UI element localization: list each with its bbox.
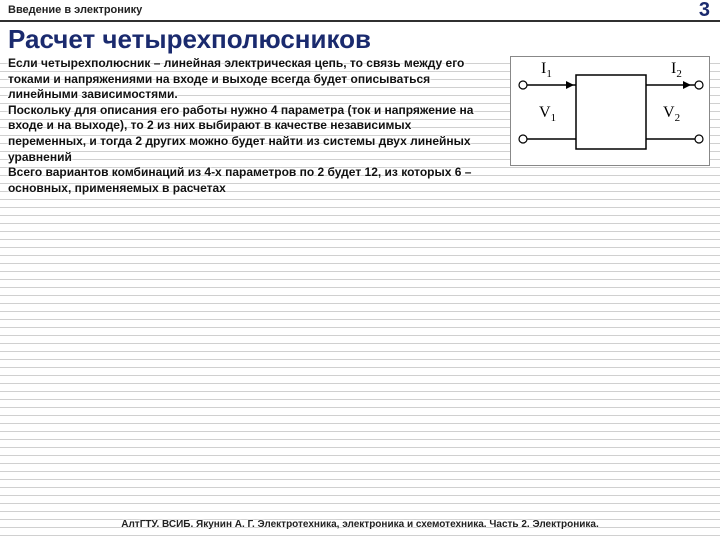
page-number: 3 (699, 0, 710, 22)
page-footer: АлтГТУ. ВСИБ. Якунин А. Г. Электротехник… (0, 519, 720, 530)
page-header: Введение в электронику 3 (0, 0, 720, 22)
paragraph-3: Всего вариантов комбинаций из 4-х параме… (8, 165, 488, 196)
label-v2: V2 (663, 104, 680, 124)
body-text: Если четырехполюсник – линейная электрич… (8, 56, 488, 196)
paragraph-2: Поскольку для описания его работы нужно … (8, 103, 488, 165)
paragraph-1: Если четырехполюсник – линейная электрич… (8, 56, 488, 103)
label-v1: V1 (539, 104, 556, 124)
two-port-network-diagram: I1 I2 V1 V2 (510, 56, 710, 166)
header-topic: Введение в электронику (8, 4, 142, 16)
label-i1: I1 (541, 60, 552, 80)
body-content: Если четырехполюсник – линейная электрич… (8, 56, 488, 196)
title-band: Расчет четырехполюсников (0, 22, 720, 59)
page-title: Расчет четырехполюсников (8, 24, 712, 55)
label-i2: I2 (671, 60, 682, 80)
